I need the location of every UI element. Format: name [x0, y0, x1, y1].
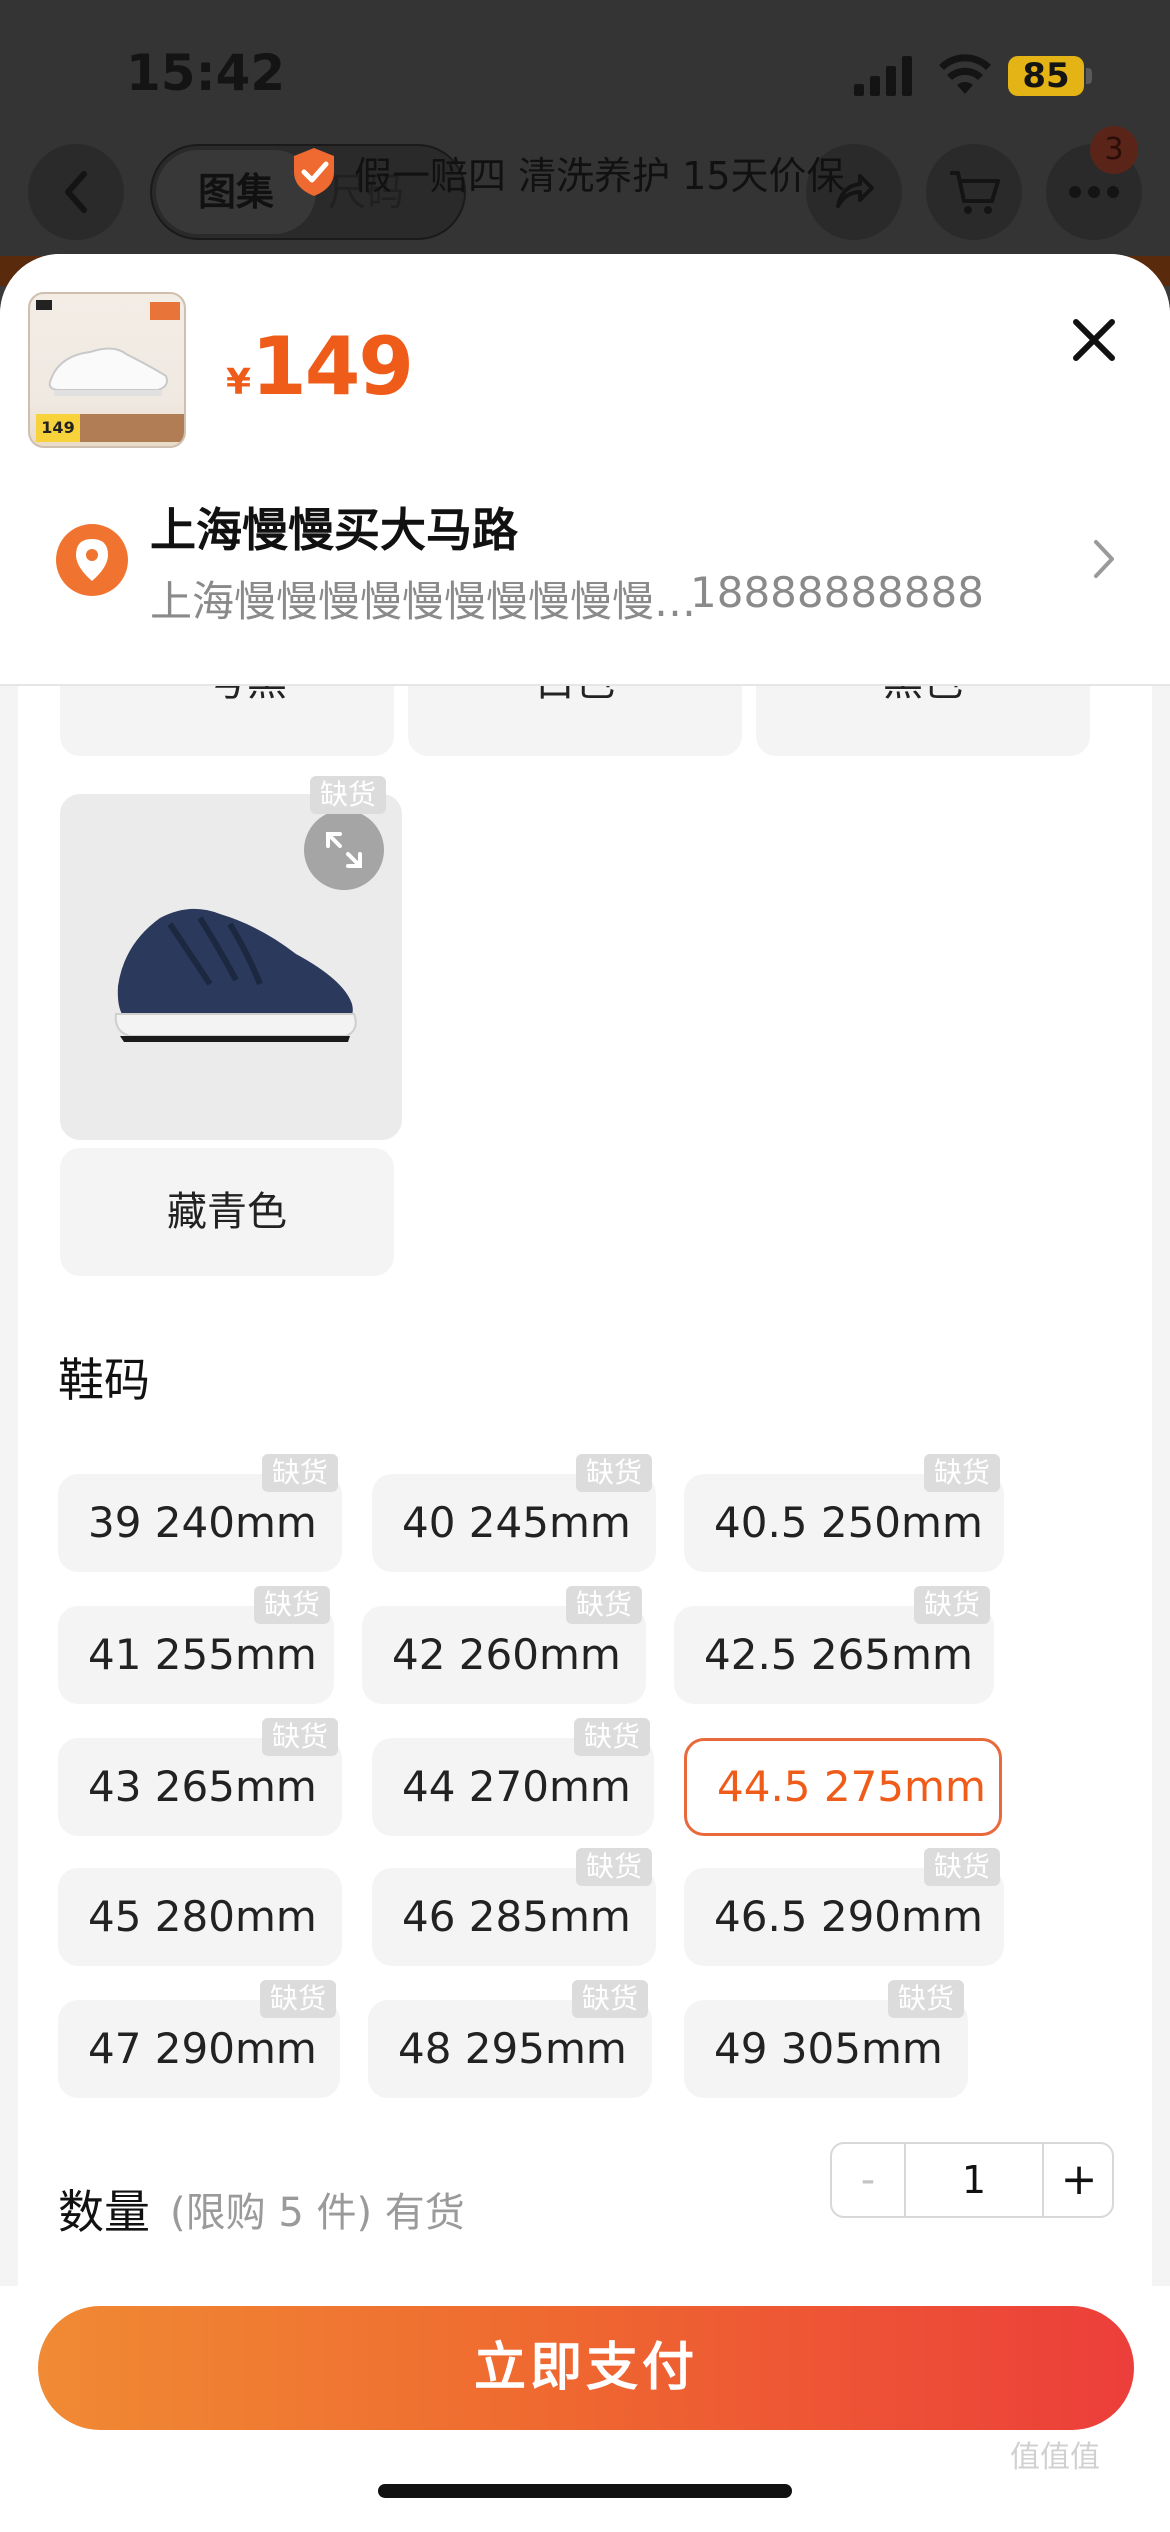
cart-button[interactable] — [926, 144, 1022, 240]
watermark-text: 值值值 — [1010, 2440, 1100, 2475]
pay-now-button[interactable]: 立即支付 — [38, 2306, 1134, 2430]
quantity-label: 数量 — [58, 2185, 150, 2239]
location-pin-icon — [56, 524, 128, 596]
price-value: 149 — [251, 320, 414, 413]
size-option[interactable]: 45 280mm — [58, 1868, 342, 1966]
quantity-value[interactable]: 1 — [906, 2144, 1042, 2216]
quantity-increase-button[interactable]: + — [1042, 2144, 1114, 2216]
out-of-stock-badge: 缺货 — [576, 1454, 653, 1492]
out-of-stock-badge: 缺货 — [262, 1454, 339, 1492]
sheet-header: 149 ¥149 上海慢慢买大马路 上海慢慢慢慢慢慢慢慢慢慢… 18888888… — [0, 254, 1170, 686]
close-icon[interactable] — [1068, 314, 1120, 366]
battery-indicator: 85 — [1008, 56, 1084, 96]
currency-symbol: ¥ — [226, 362, 252, 403]
service-promo: 假一赔四 清洗养护 15天价保 — [290, 142, 845, 202]
shield-check-icon — [294, 148, 334, 196]
out-of-stock-badge: 缺货 — [262, 1718, 339, 1756]
out-of-stock-badge: 缺货 — [574, 1718, 651, 1756]
out-of-stock-badge: 缺货 — [924, 1454, 1001, 1492]
status-time: 15:42 — [126, 44, 286, 102]
shoe-thumbnail-image — [36, 300, 180, 396]
home-indicator — [378, 2484, 792, 2498]
cart-count-badge: 3 — [1090, 126, 1138, 174]
promo-text: 假一赔四 清洗养护 15天价保 — [354, 153, 845, 198]
out-of-stock-badge: 缺货 — [566, 1586, 643, 1624]
size-section-title: 鞋码 — [58, 1353, 150, 1407]
quantity-limit-note: (限购 5 件) 有货 — [170, 2190, 465, 2236]
back-button[interactable] — [28, 144, 124, 240]
quantity-stepper[interactable]: - 1 + — [830, 2142, 1114, 2218]
sku-selector-sheet: 149 ¥149 上海慢慢买大马路 上海慢慢慢慢慢慢慢慢慢慢… 18888888… — [0, 254, 1170, 2532]
address-detail[interactable]: 上海慢慢慢慢慢慢慢慢慢慢… — [150, 568, 696, 629]
out-of-stock-badge: 缺货 — [888, 1980, 965, 2018]
status-bar: 15:42 85 — [0, 0, 1170, 140]
size-option[interactable]: 44.5 275mm — [684, 1738, 1002, 1836]
out-of-stock-badge: 缺货 — [260, 1980, 337, 2018]
color-option-navy[interactable]: 藏青色 — [60, 1148, 394, 1276]
address-recipient[interactable]: 上海慢慢买大马路 — [150, 494, 518, 560]
out-of-stock-badge: 缺货 — [310, 776, 387, 814]
out-of-stock-badge: 缺货 — [914, 1586, 991, 1624]
out-of-stock-badge: 缺货 — [572, 1980, 649, 2018]
out-of-stock-badge: 缺货 — [924, 1848, 1001, 1886]
chevron-left-icon — [65, 171, 87, 213]
cart-icon — [950, 171, 1000, 214]
more-dots-icon — [1069, 186, 1119, 198]
out-of-stock-badge: 缺货 — [576, 1848, 653, 1886]
out-of-stock-badge: 缺货 — [254, 1586, 331, 1624]
expand-image-button[interactable] — [304, 810, 384, 890]
expand-icon — [326, 832, 362, 868]
quantity-decrease-button[interactable]: - — [832, 2144, 906, 2216]
scroll-edge-left — [0, 686, 18, 2286]
sku-options-scroll[interactable]: 一号黑 白色 黑色 缺货 藏青色 鞋码 39 240mm缺货40 245mm缺货… — [0, 640, 1170, 2532]
chevron-right-icon[interactable] — [1090, 534, 1120, 584]
address-phone: 18888888888 — [690, 568, 984, 617]
thumbnail-promo-strip — [80, 414, 184, 442]
battery-tip — [1086, 68, 1092, 84]
product-thumbnail[interactable]: 149 — [28, 292, 186, 448]
product-price: ¥149 — [226, 320, 414, 413]
wifi-icon — [939, 54, 991, 94]
color-option-navy-image[interactable] — [60, 794, 402, 1140]
signal-icon — [854, 56, 912, 96]
thumbnail-price-tag: 149 — [36, 414, 80, 442]
scroll-edge-right — [1152, 686, 1170, 2286]
